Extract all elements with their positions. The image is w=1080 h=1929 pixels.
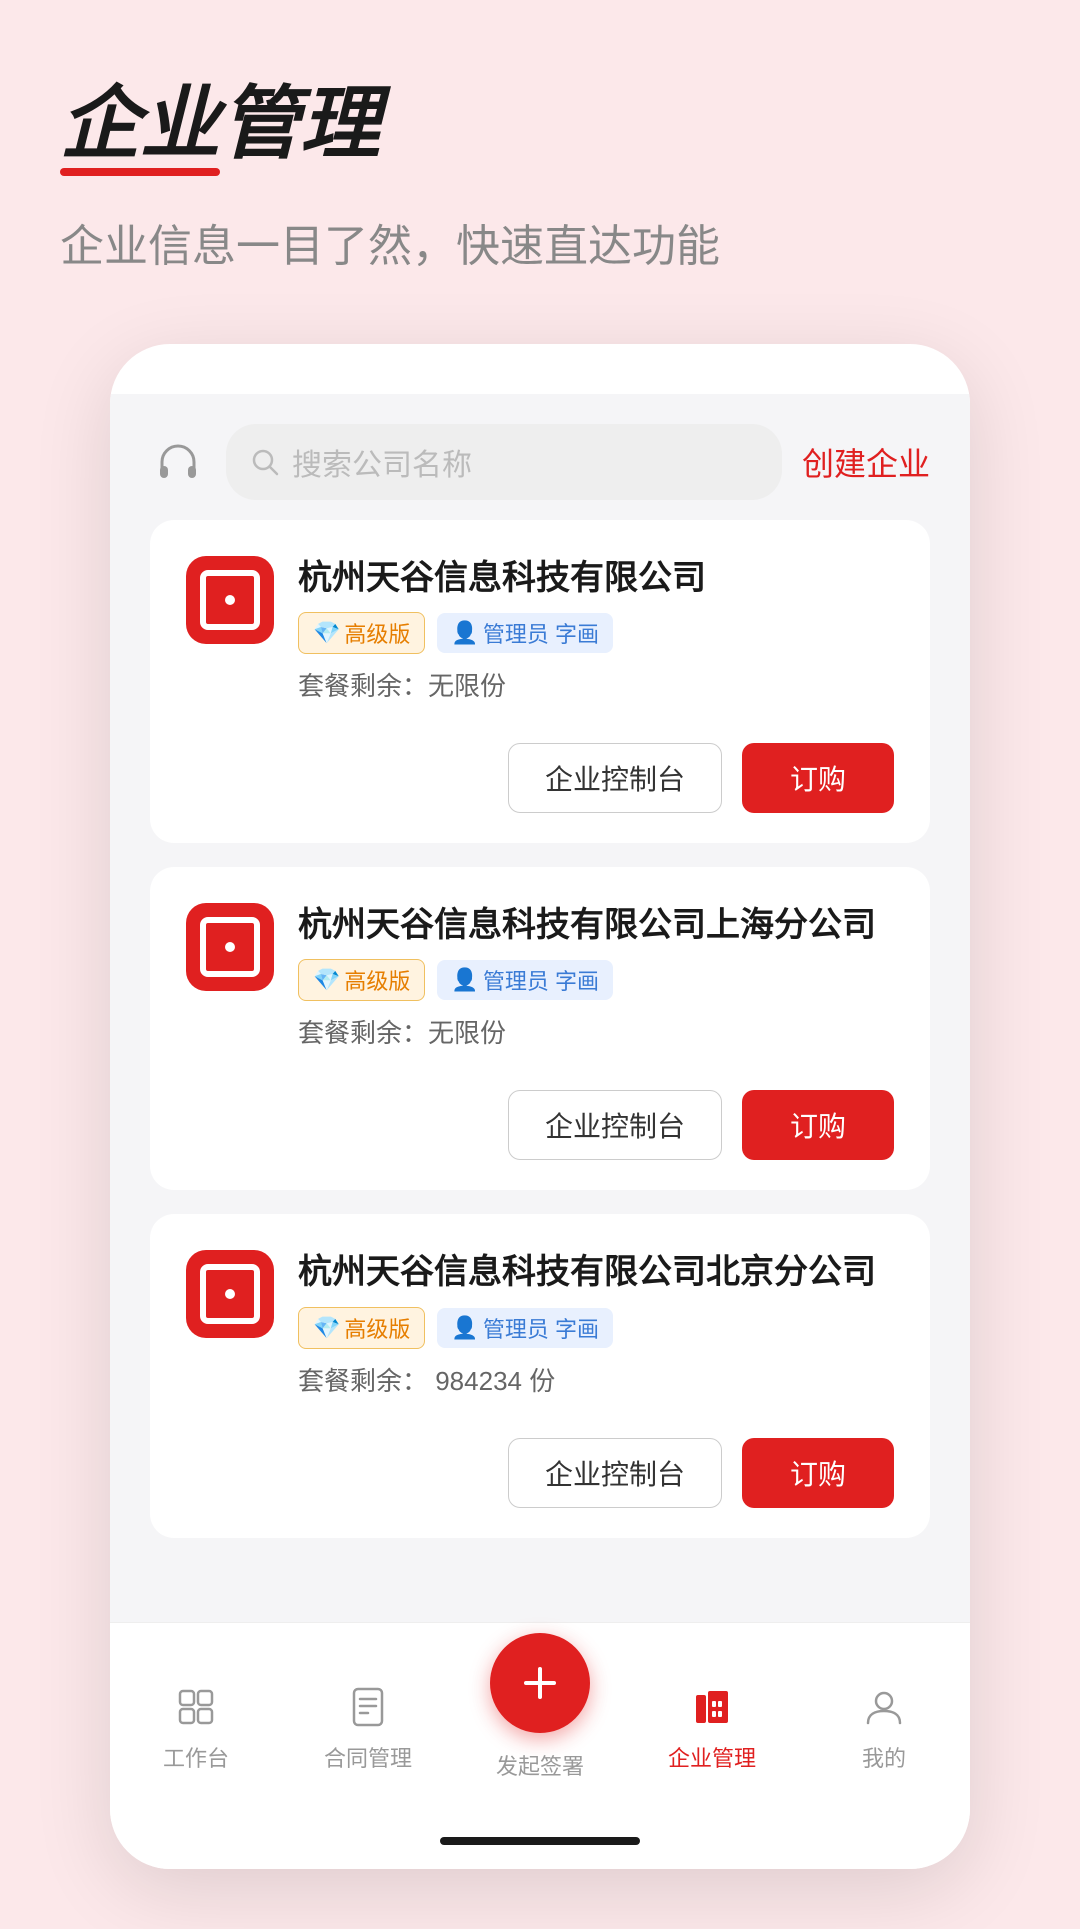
company-name-2: 杭州天谷信息科技有限公司上海分公司 bbox=[298, 903, 894, 947]
vip-badge-3: 💎 高级版 bbox=[298, 1307, 425, 1349]
create-enterprise-button[interactable]: 创建企业 bbox=[802, 439, 930, 485]
admin-badge-3: 👤 管理员 字画 bbox=[437, 1308, 613, 1348]
person-icon-2: 👤 bbox=[451, 967, 478, 993]
admin-badge-2: 👤 管理员 字画 bbox=[437, 960, 613, 1000]
company-card-3: 杭州天谷信息科技有限公司北京分公司 💎 高级版 👤 管理员 字画 套餐剩 bbox=[150, 1214, 930, 1537]
workbench-icon bbox=[170, 1681, 222, 1733]
page-subtitle: 企业信息一目了然，快速直达功能 bbox=[60, 210, 1020, 274]
company-card-2: 杭州天谷信息科技有限公司上海分公司 💎 高级版 👤 管理员 字画 套餐剩 bbox=[150, 867, 930, 1190]
package-info-2: 套餐剩余：无限份 bbox=[298, 1013, 894, 1050]
person-icon-1: 👤 bbox=[451, 620, 478, 646]
company-logo-2 bbox=[186, 903, 274, 991]
order-button-2[interactable]: 订购 bbox=[742, 1090, 894, 1160]
diamond-icon-1: 💎 bbox=[313, 620, 340, 646]
control-panel-button-3[interactable]: 企业控制台 bbox=[508, 1438, 722, 1508]
nav-contracts-label: 合同管理 bbox=[324, 1741, 412, 1773]
search-icon bbox=[250, 447, 280, 477]
diamond-icon-2: 💎 bbox=[313, 967, 340, 993]
admin-badge-1: 👤 管理员 字画 bbox=[437, 613, 613, 653]
nav-contracts[interactable]: 合同管理 bbox=[282, 1681, 454, 1773]
bottom-navigation: 工作台 合同管理 发起签署 bbox=[110, 1622, 970, 1821]
control-panel-button-1[interactable]: 企业控制台 bbox=[508, 743, 722, 813]
company-name-3: 杭州天谷信息科技有限公司北京分公司 bbox=[298, 1250, 894, 1294]
nav-sign[interactable]: 发起签署 bbox=[454, 1633, 626, 1781]
home-indicator bbox=[110, 1821, 970, 1869]
indicator-bar bbox=[440, 1837, 640, 1845]
nav-sign-label: 发起签署 bbox=[496, 1749, 584, 1781]
company-card-1: 杭州天谷信息科技有限公司 💎 高级版 👤 管理员 字画 套餐剩余：无限份 bbox=[150, 520, 930, 843]
company-name-1: 杭州天谷信息科技有限公司 bbox=[298, 556, 894, 600]
order-button-1[interactable]: 订购 bbox=[742, 743, 894, 813]
headset-icon[interactable] bbox=[150, 434, 206, 490]
nav-mine-label: 我的 bbox=[862, 1741, 906, 1773]
nav-workbench-label: 工作台 bbox=[163, 1741, 229, 1773]
person-icon-3: 👤 bbox=[451, 1315, 478, 1341]
company-list: 杭州天谷信息科技有限公司 💎 高级版 👤 管理员 字画 套餐剩余：无限份 bbox=[150, 520, 930, 1538]
diamond-icon-3: 💎 bbox=[313, 1315, 340, 1341]
company-logo-3 bbox=[186, 1250, 274, 1338]
mine-icon bbox=[858, 1681, 910, 1733]
nav-enterprise-label: 企业管理 bbox=[668, 1741, 756, 1773]
search-bar: 搜索公司名称 创建企业 bbox=[150, 394, 930, 520]
sign-fab[interactable] bbox=[490, 1633, 590, 1733]
order-button-3[interactable]: 订购 bbox=[742, 1438, 894, 1508]
vip-badge-2: 💎 高级版 bbox=[298, 959, 425, 1001]
package-info-1: 套餐剩余：无限份 bbox=[298, 666, 894, 703]
search-placeholder: 搜索公司名称 bbox=[292, 440, 472, 484]
nav-enterprise[interactable]: 企业管理 bbox=[626, 1681, 798, 1773]
app-content: 搜索公司名称 创建企业 杭州天谷信息科技有限公司 💎 高 bbox=[110, 394, 970, 1622]
vip-badge-1: 💎 高级版 bbox=[298, 612, 425, 654]
company-logo-1 bbox=[186, 556, 274, 644]
search-input-wrap[interactable]: 搜索公司名称 bbox=[226, 424, 782, 500]
control-panel-button-2[interactable]: 企业控制台 bbox=[508, 1090, 722, 1160]
enterprise-icon bbox=[686, 1681, 738, 1733]
page-header: 企业管理 企业信息一目了然，快速直达功能 bbox=[60, 80, 1020, 274]
page-title: 企业管理 bbox=[60, 80, 380, 168]
nav-mine[interactable]: 我的 bbox=[798, 1681, 970, 1773]
contracts-icon bbox=[342, 1681, 394, 1733]
nav-workbench[interactable]: 工作台 bbox=[110, 1681, 282, 1773]
phone-mockup: 搜索公司名称 创建企业 杭州天谷信息科技有限公司 💎 高 bbox=[110, 344, 970, 1869]
package-info-3: 套餐剩余： 984234 份 bbox=[298, 1361, 894, 1398]
